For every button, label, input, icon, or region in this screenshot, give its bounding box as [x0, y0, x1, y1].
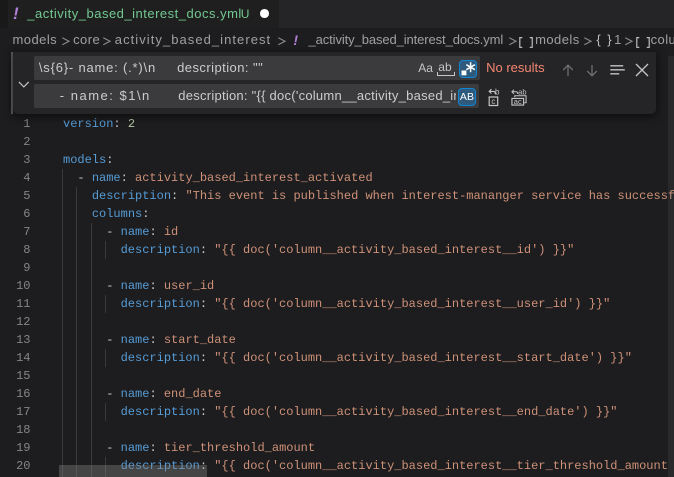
- svg-text:ab: ab: [518, 88, 526, 97]
- svg-text:ac: ac: [514, 96, 522, 105]
- svg-text:b: b: [495, 88, 500, 97]
- svg-text:c: c: [491, 97, 495, 106]
